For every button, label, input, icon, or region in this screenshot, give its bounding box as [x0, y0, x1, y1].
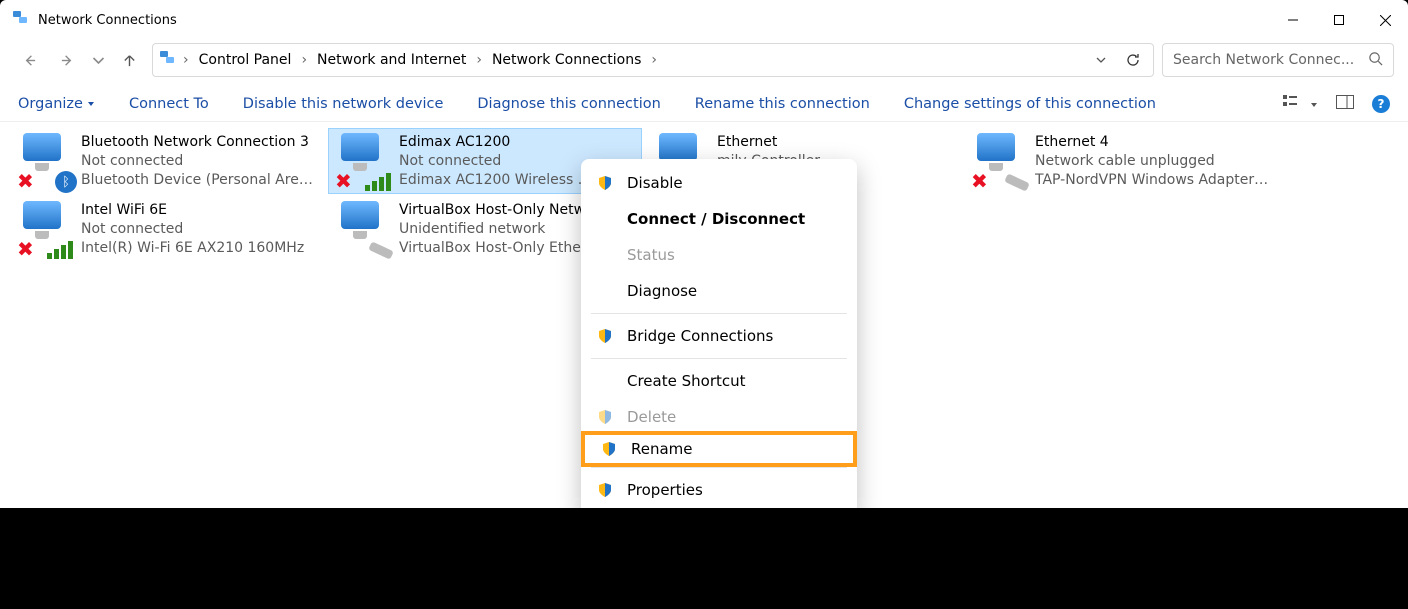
organize-menu[interactable]: Organize — [18, 96, 95, 112]
connection-item-wifi6e[interactable]: ✖ Intel WiFi 6ENot connectedIntel(R) Wi-F… — [10, 196, 324, 262]
connection-status: Unidentified network — [399, 220, 608, 239]
change-settings-button[interactable]: Change settings of this connection — [904, 96, 1156, 112]
preview-pane-button[interactable] — [1336, 95, 1354, 113]
chevron-right-icon[interactable]: › — [649, 52, 659, 68]
connection-name: Ethernet 4 — [1035, 133, 1271, 152]
ctx-disable[interactable]: Disable — [581, 165, 857, 201]
up-button[interactable] — [114, 45, 144, 75]
search-input[interactable]: Search Network Connec... — [1162, 43, 1394, 77]
search-icon — [1368, 51, 1383, 70]
chevron-right-icon[interactable]: › — [299, 52, 309, 68]
connection-device: Intel(R) Wi-Fi 6E AX210 160MHz — [81, 239, 304, 258]
network-adapter-icon: ✖ᛒ — [17, 133, 73, 189]
connection-status: Not connected — [399, 152, 591, 171]
shield-icon — [597, 409, 613, 425]
network-connections-icon — [12, 9, 30, 31]
ctx-create-shortcut[interactable]: Create Shortcut — [581, 363, 857, 399]
ctx-rename[interactable]: Rename — [581, 431, 857, 467]
connection-name: Ethernet — [717, 133, 820, 152]
connection-item-bt[interactable]: ✖ᛒ Bluetooth Network Connection 3Not conn… — [10, 128, 324, 194]
breadcrumb-mid[interactable]: Network and Internet — [313, 50, 470, 70]
address-dropdown-button[interactable] — [1087, 46, 1115, 74]
connection-device: Edimax AC1200 Wireless ... — [399, 171, 591, 190]
recent-locations-button[interactable] — [90, 45, 106, 75]
ctx-connect-disconnect[interactable]: Connect / Disconnect — [581, 201, 857, 237]
navigation-row: › Control Panel › Network and Internet ›… — [0, 40, 1408, 86]
network-adapter-icon — [335, 201, 391, 257]
shield-icon — [601, 441, 617, 457]
ctx-status: Status — [581, 237, 857, 273]
connection-item-eth4[interactable]: ✖ Ethernet 4Network cable unpluggedTAP-No… — [964, 128, 1278, 194]
search-placeholder: Search Network Connec... — [1173, 52, 1354, 68]
connection-device: VirtualBox Host-Only Ethe... — [399, 239, 608, 258]
breadcrumb-leaf[interactable]: Network Connections — [488, 50, 645, 70]
forward-button[interactable] — [52, 45, 82, 75]
connection-device: TAP-NordVPN Windows Adapter ... — [1035, 171, 1271, 190]
view-options-button[interactable] — [1283, 95, 1318, 113]
back-button[interactable] — [14, 45, 44, 75]
ctx-bridge-connections[interactable]: Bridge Connections — [581, 318, 857, 354]
network-adapter-icon: ✖ — [335, 133, 391, 189]
command-bar: Organize Connect To Disable this network… — [0, 86, 1408, 122]
rename-button[interactable]: Rename this connection — [695, 96, 870, 112]
content-area: ✖ᛒBluetooth Network Connection 3Not conn… — [0, 122, 1408, 508]
refresh-button[interactable] — [1119, 46, 1147, 74]
close-button[interactable] — [1362, 4, 1408, 36]
connection-device: Bluetooth Device (Personal Area ... — [81, 171, 317, 190]
titlebar: Network Connections — [0, 0, 1408, 40]
address-bar-icon — [159, 49, 177, 71]
maximize-button[interactable] — [1316, 4, 1362, 36]
connection-name: VirtualBox Host-Only Network — [399, 201, 608, 220]
connection-status: Not connected — [81, 220, 304, 239]
shield-icon — [597, 328, 613, 344]
diagnose-button[interactable]: Diagnose this connection — [477, 96, 660, 112]
connection-status: Network cable unplugged — [1035, 152, 1271, 171]
network-connections-window: Network Connections — [0, 0, 1408, 508]
network-adapter-icon: ✖ — [17, 201, 73, 257]
context-menu: Disable Connect / Disconnect Status Diag… — [581, 159, 857, 508]
ctx-delete: Delete — [581, 399, 857, 435]
help-button[interactable]: ? — [1372, 95, 1390, 113]
address-bar[interactable]: › Control Panel › Network and Internet ›… — [152, 43, 1154, 77]
chevron-right-icon[interactable]: › — [181, 52, 191, 68]
chevron-right-icon[interactable]: › — [474, 52, 484, 68]
ctx-diagnose[interactable]: Diagnose — [581, 273, 857, 309]
connect-to-button[interactable]: Connect To — [129, 96, 209, 112]
connection-name: Bluetooth Network Connection 3 — [81, 133, 317, 152]
connection-name: Intel WiFi 6E — [81, 201, 304, 220]
shield-icon — [597, 175, 613, 191]
ctx-properties[interactable]: Properties — [581, 472, 857, 508]
disable-device-button[interactable]: Disable this network device — [243, 96, 444, 112]
shield-icon — [597, 482, 613, 498]
minimize-button[interactable] — [1270, 4, 1316, 36]
window-title: Network Connections — [38, 13, 177, 28]
connection-status: Not connected — [81, 152, 317, 171]
breadcrumb-root[interactable]: Control Panel — [195, 50, 296, 70]
network-adapter-icon: ✖ — [971, 133, 1027, 189]
connection-name: Edimax AC1200 — [399, 133, 591, 152]
